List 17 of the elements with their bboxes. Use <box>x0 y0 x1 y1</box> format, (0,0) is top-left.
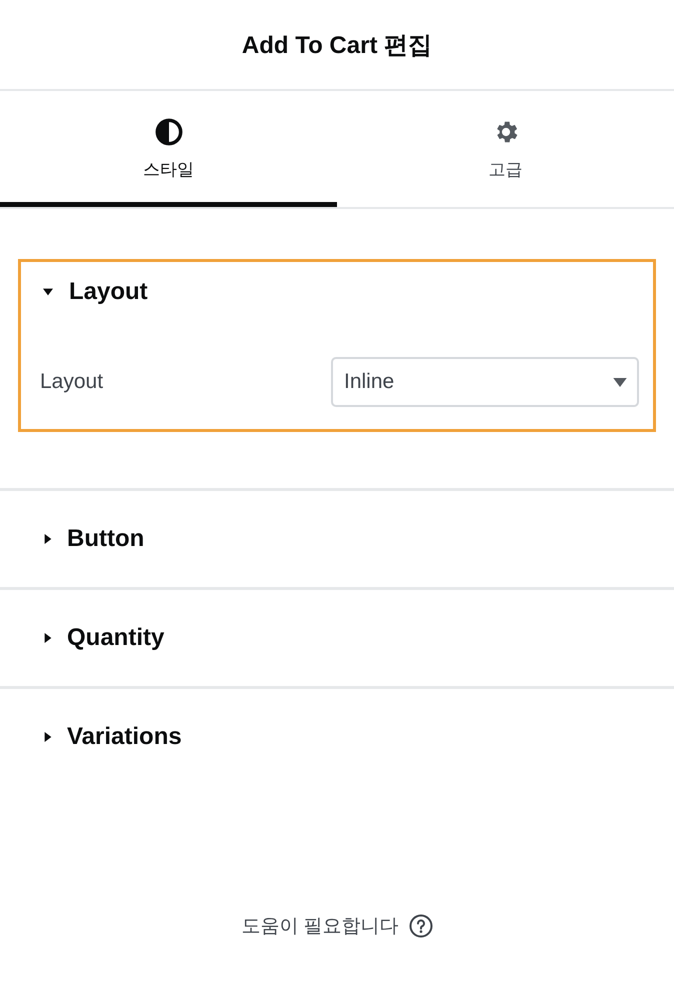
section-header[interactable]: Layout <box>21 262 653 312</box>
help-link[interactable]: 도움이 필요합니다 <box>241 913 433 939</box>
field-label: Layout <box>40 370 104 394</box>
layout-select[interactable]: Inline <box>331 357 639 407</box>
tab[interactable]: 스타일 <box>0 91 337 207</box>
caret-icon <box>43 731 53 743</box>
panel-title: Add To Cart 편집 <box>242 30 432 60</box>
caret-icon <box>613 378 627 386</box>
contrast-icon <box>154 118 182 146</box>
tab[interactable]: 고급 <box>337 91 674 207</box>
section-header[interactable]: Variations <box>21 692 653 782</box>
caret-icon <box>41 287 55 297</box>
help-icon <box>408 914 433 938</box>
section-header[interactable]: Quantity <box>21 593 653 683</box>
caret-icon <box>43 533 53 545</box>
section-header[interactable]: Button <box>21 494 653 584</box>
caret-icon <box>43 632 53 644</box>
